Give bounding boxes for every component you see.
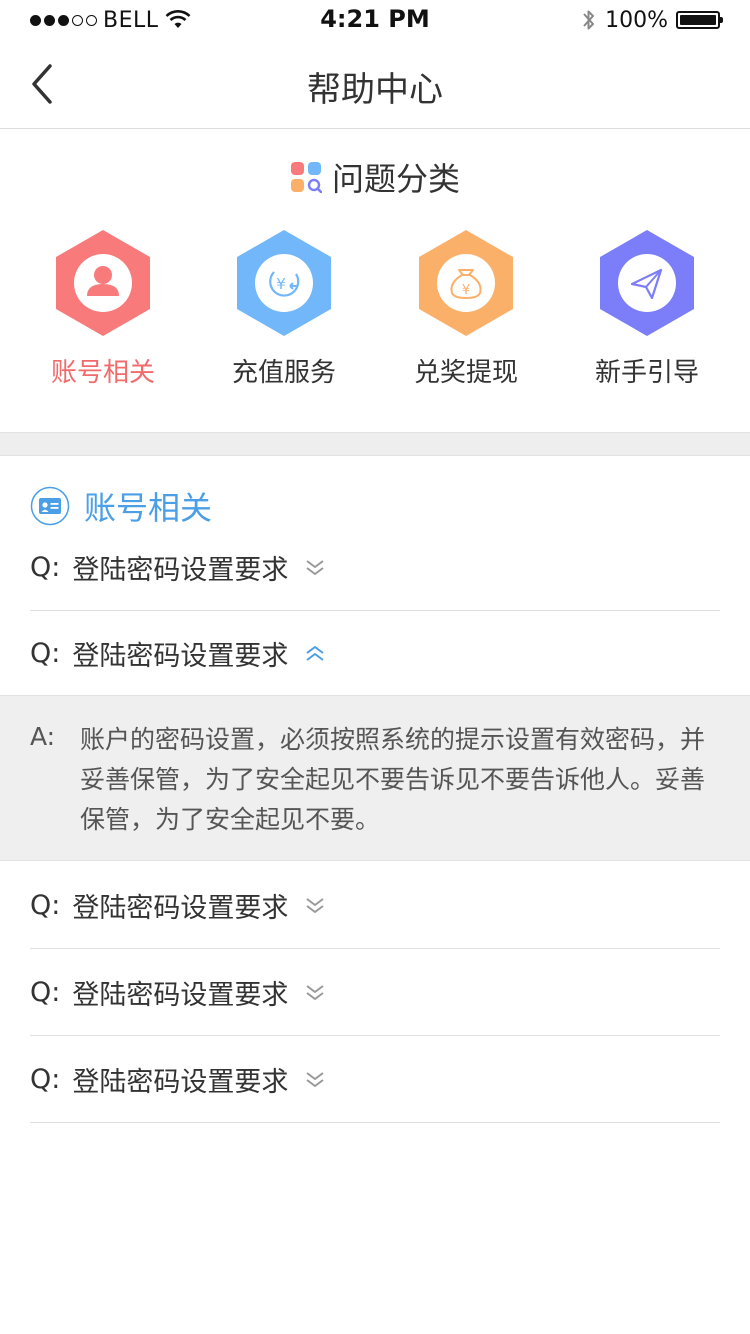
faq-question-row[interactable]: Q: 登陆密码设置要求 xyxy=(30,1036,720,1123)
question-prefix: Q: xyxy=(30,1063,61,1095)
chevron-double-down-icon xyxy=(304,556,326,578)
status-bar: BELL 4:21 PM 100% xyxy=(0,0,750,40)
question-prefix: Q: xyxy=(30,889,61,921)
category-label: 账号相关 xyxy=(50,358,155,388)
question-text: 登陆密码设置要求 xyxy=(72,892,289,924)
answer-panel: A: 账户的密码设置，必须按照系统的提示设置有效密码，并妥善保管，为了安全起见不… xyxy=(0,695,750,861)
id-card-icon xyxy=(30,486,70,526)
category-header: 问题分类 xyxy=(0,155,750,199)
svg-text:¥: ¥ xyxy=(462,283,470,298)
faq-section-title: 账号相关 xyxy=(84,489,213,527)
category-label: 新手引导 xyxy=(594,358,699,388)
category-redeem[interactable]: ¥ 兑奖提现 xyxy=(376,228,556,398)
question-text: 登陆密码设置要求 xyxy=(72,640,289,672)
faq-question-row[interactable]: Q: 登陆密码设置要求 xyxy=(30,862,720,949)
question-prefix: Q: xyxy=(30,976,61,1008)
paper-plane-icon xyxy=(600,230,694,336)
battery-icon xyxy=(676,11,723,29)
category-account[interactable]: 账号相关 xyxy=(13,228,193,398)
money-bag-icon: ¥ xyxy=(419,230,513,336)
faq-question-row[interactable]: Q: 登陆密码设置要求 xyxy=(30,949,720,1036)
question-text: 登陆密码设置要求 xyxy=(72,554,289,586)
question-text: 登陆密码设置要求 xyxy=(72,1066,289,1098)
chevron-double-up-icon xyxy=(304,642,326,664)
question-prefix: Q: xyxy=(30,551,61,583)
category-beginner-guide[interactable]: 新手引导 xyxy=(557,228,737,398)
category-row: 账号相关 ¥ 充值服务 ¥ 兑奖提现 新手引导 xyxy=(0,228,750,398)
section-divider xyxy=(0,432,750,456)
chevron-double-down-icon xyxy=(304,894,326,916)
answer-prefix: A: xyxy=(30,722,56,751)
category-recharge[interactable]: ¥ 充值服务 xyxy=(194,228,374,398)
category-label: 兑奖提现 xyxy=(413,358,518,388)
faq-question-row[interactable]: Q: 登陆密码设置要求 xyxy=(30,524,720,611)
category-label: 充值服务 xyxy=(231,358,336,388)
answer-text: 账户的密码设置，必须按照系统的提示设置有效密码，并妥善保管，为了安全起见不要告诉… xyxy=(80,725,706,834)
category-title: 问题分类 xyxy=(331,160,460,198)
chevron-double-down-icon xyxy=(304,1068,326,1090)
page-title: 帮助中心 xyxy=(307,70,443,110)
yuan-exchange-icon: ¥ xyxy=(237,230,331,336)
user-icon xyxy=(56,230,150,336)
category-grid-icon xyxy=(290,162,322,193)
faq-section-header: 账号相关 xyxy=(30,484,212,528)
nav-bar: 帮助中心 xyxy=(0,40,750,129)
svg-text:¥: ¥ xyxy=(276,275,286,293)
status-right: 100% xyxy=(581,6,723,34)
question-text: 登陆密码设置要求 xyxy=(72,979,289,1011)
battery-percent: 100% xyxy=(605,7,668,33)
question-prefix: Q: xyxy=(30,637,61,669)
bluetooth-icon xyxy=(583,10,595,30)
chevron-double-down-icon xyxy=(304,981,326,1003)
faq-question-row-expanded[interactable]: Q: 登陆密码设置要求 xyxy=(30,610,720,696)
